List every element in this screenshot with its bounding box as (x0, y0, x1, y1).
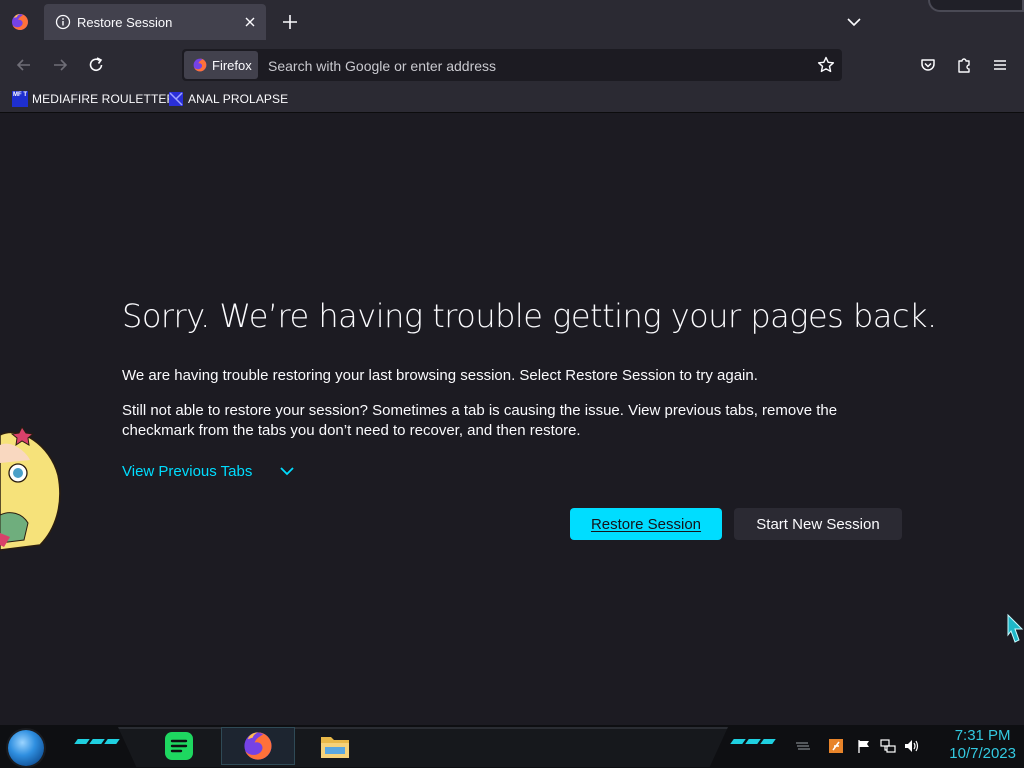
extensions-icon[interactable] (954, 55, 974, 75)
pocket-icon[interactable] (918, 55, 938, 75)
menu-hamburger-icon[interactable] (990, 55, 1010, 75)
tab-restore-session[interactable]: Restore Session (44, 4, 266, 40)
start-new-session-button[interactable]: Start New Session (734, 508, 902, 540)
address-bar: Firefox (182, 49, 842, 81)
tab-strip: Restore Session (0, 0, 1024, 44)
clock-time: 7:31 PM (954, 727, 1011, 744)
url-input[interactable] (266, 53, 810, 79)
firefox-icon[interactable] (10, 12, 30, 32)
info-icon (55, 14, 71, 30)
view-previous-tabs-toggle[interactable]: View Previous Tabs (122, 462, 296, 480)
error-description: We are having trouble restoring your las… (122, 367, 758, 384)
app-tray-icon[interactable] (828, 738, 844, 754)
clock-date: 10/7/2023 (949, 745, 1016, 762)
bookmark-label: MEDIAFIRE ROULETTER (32, 92, 176, 106)
window-frame-decoration (928, 0, 1024, 12)
file-explorer-icon[interactable] (318, 729, 352, 763)
bookmark-anal-prolapse[interactable]: ANAL PROLAPSE (168, 89, 288, 109)
forward-arrow-icon[interactable] (50, 55, 70, 75)
chevron-down-icon[interactable] (844, 12, 864, 32)
bookmark-site-icon (169, 92, 183, 106)
page-title: Sorry. We’re having trouble getting your… (122, 297, 937, 335)
back-arrow-icon[interactable] (14, 55, 34, 75)
system-clock[interactable]: 7:31 PM 10/7/2023 (949, 727, 1016, 763)
identity-box[interactable]: Firefox (184, 51, 258, 79)
tab-title: Restore Session (77, 15, 173, 30)
action-center-flag-icon[interactable] (856, 738, 872, 754)
start-button[interactable] (8, 730, 44, 766)
view-previous-tabs-label: View Previous Tabs (122, 462, 253, 480)
cartoon-mascot-image (0, 426, 61, 551)
taskbar-decoration (730, 739, 776, 744)
taskbar-frame (118, 727, 728, 767)
bookmark-star-icon[interactable] (816, 55, 836, 75)
bookmark-mediafire-rouletter[interactable]: MF T MEDIAFIRE ROULETTER (12, 89, 175, 109)
taskbar: 7:31 PM 10/7/2023 (0, 725, 1024, 768)
close-icon[interactable] (242, 14, 258, 30)
show-hidden-icons-icon[interactable] (794, 738, 810, 754)
network-icon[interactable] (880, 738, 896, 754)
bookmarks-toolbar: MF T MEDIAFIRE ROULETTER ANAL PROLAPSE (0, 86, 1024, 113)
mouse-cursor-icon (1007, 613, 1024, 643)
identity-label: Firefox (212, 58, 252, 73)
restore-session-button[interactable]: Restore Session (570, 508, 722, 540)
firefox-logo-icon (193, 58, 207, 72)
spotify-like-app-icon[interactable] (162, 729, 196, 763)
taskbar-firefox-active[interactable] (221, 727, 295, 765)
reload-icon[interactable] (86, 55, 106, 75)
mft-icon: MF T (12, 91, 28, 107)
volume-icon[interactable] (904, 738, 920, 754)
taskbar-decoration (74, 739, 120, 744)
new-tab-icon[interactable] (280, 12, 300, 32)
page-content: Sorry. We’re having trouble getting your… (0, 113, 1024, 725)
bookmark-label: ANAL PROLAPSE (188, 92, 289, 106)
chevron-down-icon (280, 467, 294, 476)
navigation-toolbar: Firefox (0, 44, 1024, 86)
error-help-text: Still not able to restore your session? … (122, 402, 838, 439)
firefox-icon (244, 732, 272, 760)
